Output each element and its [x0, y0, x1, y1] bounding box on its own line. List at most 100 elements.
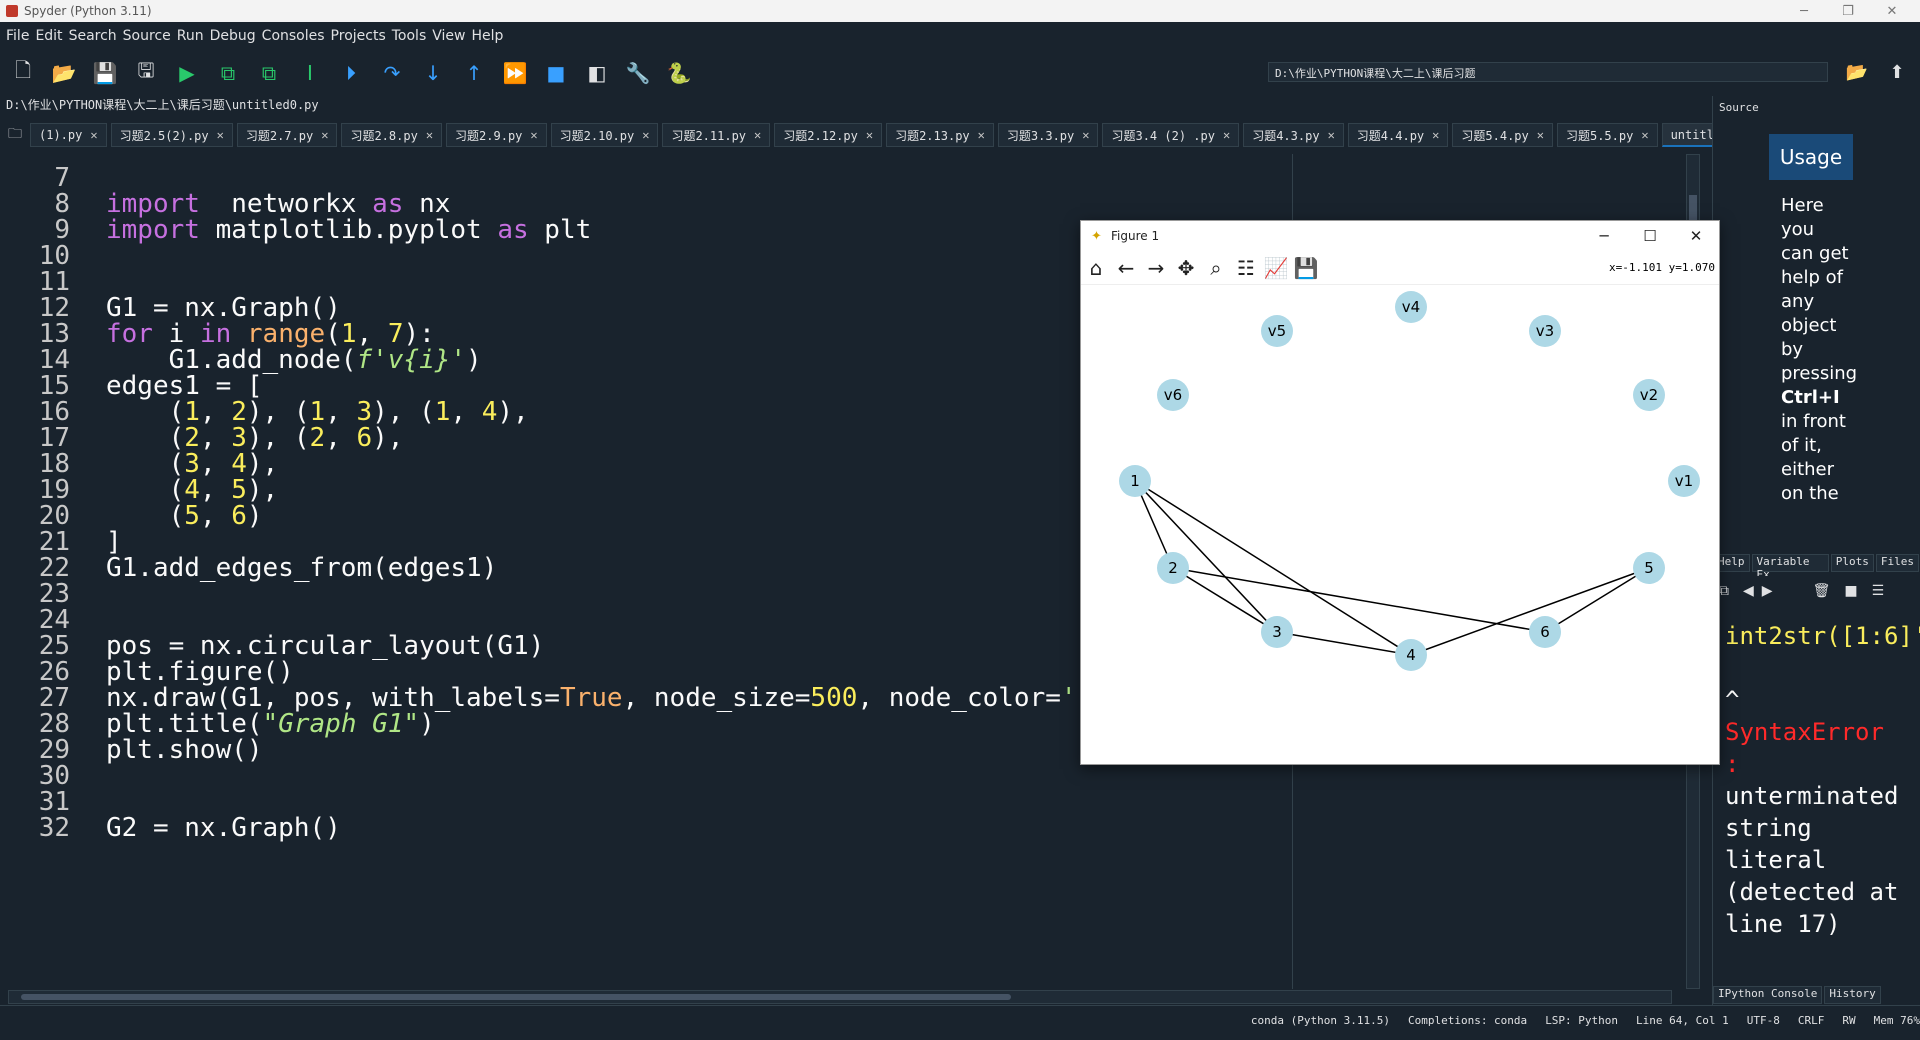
- step-into-icon[interactable]: ↓: [415, 55, 451, 91]
- editor-tab[interactable]: 习题2.12.py ✕: [774, 123, 883, 147]
- step-over-icon[interactable]: ↷: [374, 55, 410, 91]
- close-tab-icon[interactable]: ✕: [1223, 128, 1230, 142]
- home-icon[interactable]: ⌂: [1081, 253, 1111, 283]
- working-directory-input[interactable]: D:\作业\PYTHON课程\大二上\课后习题: [1268, 62, 1828, 82]
- editor-tab[interactable]: 习题2.9.py ✕: [446, 123, 547, 147]
- menu-source[interactable]: Source: [123, 28, 171, 44]
- menu-tools[interactable]: Tools: [392, 28, 427, 44]
- editor-tab[interactable]: 习题2.13.py ✕: [886, 123, 994, 147]
- editor-tab[interactable]: 习题2.7.py ✕: [236, 123, 338, 147]
- stop-debug-icon[interactable]: ■: [538, 55, 574, 91]
- minimize-icon[interactable]: ─: [1784, 0, 1824, 22]
- run-cell-icon[interactable]: ⧉: [210, 55, 246, 91]
- close-tab-icon[interactable]: ✕: [866, 128, 873, 142]
- console-tab[interactable]: History: [1824, 986, 1881, 1004]
- menu-file[interactable]: File: [6, 28, 29, 44]
- editor-tabs: 🗀 (1).py ✕ 习题2.5(2).py ✕ 习题2.7.py ✕ 习题2.8.py ✕ 习题…: [0, 122, 1789, 148]
- run-cell-advance-icon[interactable]: ⧉: [251, 55, 287, 91]
- save-figure-icon[interactable]: 💾: [1291, 253, 1321, 283]
- editor-horizontal-scrollbar[interactable]: [8, 990, 1672, 1004]
- graph-node-label: 4: [1406, 646, 1416, 664]
- graph-node-label: v6: [1164, 386, 1182, 404]
- menu-edit[interactable]: Edit: [35, 28, 62, 44]
- forward-arrow-icon[interactable]: →: [1141, 253, 1171, 283]
- editor-tab[interactable]: (1).py ✕: [30, 123, 107, 147]
- browse-folder-icon[interactable]: 📂: [1844, 60, 1870, 84]
- configure-subplots-icon[interactable]: ☷: [1231, 253, 1261, 283]
- run-icon[interactable]: ▶: [169, 55, 205, 91]
- status-item: conda (Python 3.11.5): [1250, 1014, 1390, 1027]
- menu-consoles[interactable]: Consoles: [262, 28, 325, 44]
- close-tab-icon[interactable]: ✕: [978, 128, 985, 142]
- continue-icon[interactable]: ⏩: [497, 55, 533, 91]
- editor-tab[interactable]: 习题5.4.py ✕: [1452, 123, 1553, 147]
- editor-tab[interactable]: 习题4.3.py ✕: [1243, 123, 1344, 147]
- open-file-icon[interactable]: 📂: [46, 55, 82, 91]
- zoom-icon[interactable]: ⌕: [1201, 253, 1231, 283]
- parent-directory-icon[interactable]: ⬆: [1884, 60, 1910, 84]
- save-icon[interactable]: 💾: [87, 55, 123, 91]
- menu-projects[interactable]: Projects: [331, 28, 386, 44]
- back-arrow-icon[interactable]: ←: [1111, 253, 1141, 283]
- close-tab-icon[interactable]: ✕: [90, 128, 97, 142]
- figure-maximize-icon[interactable]: ☐: [1627, 221, 1673, 251]
- console-line: :: [1725, 750, 1740, 778]
- status-item: CRLF: [1797, 1014, 1825, 1027]
- status-item: Completions: conda: [1407, 1014, 1528, 1027]
- close-tab-icon[interactable]: ✕: [530, 128, 537, 142]
- ipython-console[interactable]: ⧉ ◀ ▶ 🗑 ■ ☰ int2str([1:6]'))); ^ SyntaxEr…: [1713, 576, 1920, 988]
- close-tab-icon[interactable]: ✕: [1082, 128, 1089, 142]
- run-selection-icon[interactable]: I: [292, 55, 328, 91]
- editor-tab-label: 习题2.11.py: [671, 128, 747, 143]
- delete-icon[interactable]: 🗑: [1813, 583, 1831, 599]
- stop-kernel-icon[interactable]: ■: [1844, 583, 1857, 599]
- close-tab-icon[interactable]: ✕: [1432, 128, 1439, 142]
- menu-help[interactable]: Help: [471, 28, 503, 44]
- right-tab[interactable]: Plots: [1830, 554, 1874, 572]
- menu-run[interactable]: Run: [177, 28, 204, 44]
- close-tab-icon[interactable]: ✕: [1641, 128, 1648, 142]
- close-tab-icon[interactable]: ✕: [321, 128, 328, 142]
- close-tab-icon[interactable]: ✕: [217, 128, 224, 142]
- close-tab-icon[interactable]: ✕: [426, 128, 433, 142]
- close-tab-icon[interactable]: ✕: [1537, 128, 1544, 142]
- editor-tab[interactable]: 习题3.3.py ✕: [997, 123, 1099, 147]
- figure-close-icon[interactable]: ✕: [1673, 221, 1719, 251]
- close-tab-icon[interactable]: ✕: [754, 128, 761, 142]
- menu-search[interactable]: Search: [69, 28, 117, 44]
- right-tab[interactable]: Variable Ex…: [1751, 554, 1829, 581]
- next-console-icon[interactable]: ▶: [1762, 583, 1773, 599]
- console-menu-icon[interactable]: ☰: [1872, 583, 1885, 599]
- console-toolbar: ⧉ ◀ ▶ 🗑 ■ ☰: [1713, 576, 1920, 606]
- editor-tab[interactable]: 习题3.4 (2) .py ✕: [1102, 123, 1240, 147]
- menu-view[interactable]: View: [432, 28, 465, 44]
- debug-icon[interactable]: ⏵: [333, 55, 369, 91]
- pan-icon[interactable]: ✥: [1171, 253, 1201, 283]
- browse-tabs-icon[interactable]: 🗀: [8, 123, 22, 147]
- editor-tab[interactable]: 习题4.4.py ✕: [1347, 123, 1449, 147]
- right-tab[interactable]: Files: [1875, 554, 1919, 572]
- maximize-icon[interactable]: ❐: [1828, 0, 1868, 22]
- editor-tab[interactable]: 习题2.8.py ✕: [341, 123, 443, 147]
- new-file-icon[interactable]: 🗋: [5, 55, 41, 91]
- menu-debug[interactable]: Debug: [210, 28, 256, 44]
- figure-minimize-icon[interactable]: ─: [1581, 221, 1627, 251]
- line-number: 32: [38, 813, 70, 843]
- preferences-wrench-icon[interactable]: 🔧: [620, 55, 656, 91]
- close-tab-icon[interactable]: ✕: [1328, 128, 1335, 142]
- python-path-icon[interactable]: 🐍: [661, 55, 697, 91]
- step-return-icon[interactable]: ↑: [456, 55, 492, 91]
- new-console-icon[interactable]: ⧉: [1719, 583, 1729, 599]
- edit-axis-icon[interactable]: 📈: [1261, 253, 1291, 283]
- close-tab-icon[interactable]: ✕: [642, 128, 649, 142]
- save-all-icon[interactable]: 🖫: [128, 55, 164, 91]
- figure-window[interactable]: ✦ Figure 1 ─ ☐ ✕ ⌂ ← → ✥ ⌕ ☷ 📈 💾 x=-1.10…: [1080, 220, 1720, 765]
- editor-tab[interactable]: 习题2.11.py ✕: [662, 123, 771, 147]
- close-icon[interactable]: ✕: [1872, 0, 1912, 22]
- editor-tab[interactable]: 习题2.5(2).py ✕: [110, 123, 233, 147]
- maximize-pane-icon[interactable]: ◧: [579, 55, 615, 91]
- editor-tab[interactable]: 习题5.5.py ✕: [1556, 123, 1658, 147]
- console-tab[interactable]: IPython Console: [1713, 986, 1823, 1004]
- editor-tab[interactable]: 习题2.10.py ✕: [550, 123, 659, 147]
- prev-console-icon[interactable]: ◀: [1743, 583, 1754, 599]
